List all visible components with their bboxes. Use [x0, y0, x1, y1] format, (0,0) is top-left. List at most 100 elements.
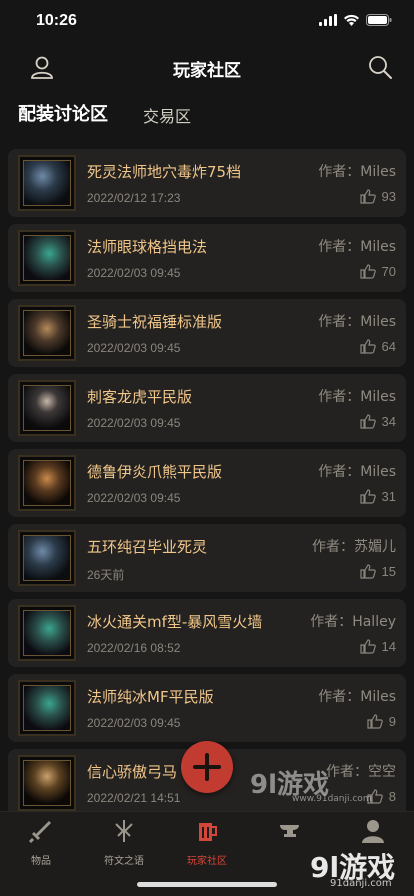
likes-count: 64 — [381, 339, 396, 354]
post-card[interactable]: 法师纯冰MF平民版 作者：Miles 2022/02/03 09:45 9 — [8, 674, 406, 742]
mug-icon — [199, 823, 217, 841]
post-thumbnail — [18, 380, 76, 436]
rune-icon — [115, 820, 133, 842]
post-card[interactable]: 五环纯召毕业死灵 作者：苏媚儿 26天前 15 — [8, 524, 406, 592]
post-title: 法师眼球格挡电法 — [87, 238, 208, 256]
tab-label: 交易区 — [143, 107, 192, 126]
post-card[interactable]: 死灵法师地穴毒炸75档 作者：Miles 2022/02/12 17:23 93 — [8, 149, 406, 217]
thumbs-up-icon — [359, 489, 376, 504]
post-date: 2022/02/03 09:45 — [87, 266, 181, 280]
post-card[interactable]: 刺客龙虎平民版 作者：Miles 2022/02/03 09:45 34 — [8, 374, 406, 442]
post-thumbnail — [18, 755, 76, 811]
post-thumbnail — [18, 155, 76, 211]
thumbs-up-icon — [359, 264, 376, 279]
tab-label: 配装讨论区 — [18, 104, 108, 125]
post-author: 作者：Miles — [318, 689, 396, 705]
post-likes[interactable]: 15 — [359, 564, 396, 579]
status-time: 10:26 — [36, 12, 77, 29]
post-author: 作者：空空 — [326, 764, 396, 780]
signal-icon — [319, 14, 337, 26]
post-title: 死灵法师地穴毒炸75档 — [87, 163, 242, 181]
post-title: 刺客龙虎平民版 — [87, 388, 193, 406]
post-likes[interactable]: 31 — [359, 489, 396, 504]
post-card[interactable]: 德鲁伊炎爪熊平民版 作者：Miles 2022/02/03 09:45 31 — [8, 449, 406, 517]
likes-count: 93 — [381, 189, 396, 204]
post-likes[interactable]: 93 — [359, 189, 396, 204]
post-card[interactable]: 法师眼球格挡电法 作者：Miles 2022/02/03 09:45 70 — [8, 224, 406, 292]
post-list[interactable]: 死灵法师地穴毒炸75档 作者：Miles 2022/02/12 17:23 93… — [0, 147, 414, 811]
post-title: 五环纯召毕业死灵 — [87, 538, 208, 556]
post-author: 作者：Miles — [318, 389, 396, 405]
post-likes[interactable]: 14 — [359, 639, 396, 654]
post-date: 2022/02/03 09:45 — [87, 416, 181, 430]
tab-trading[interactable]: 交易区 — [143, 103, 191, 127]
post-likes[interactable]: 34 — [359, 414, 396, 429]
post-date: 2022/02/21 14:51 — [87, 791, 181, 805]
post-thumbnail — [18, 605, 76, 661]
post-likes[interactable]: 9 — [367, 714, 396, 729]
likes-count: 31 — [381, 489, 396, 504]
likes-count: 70 — [381, 264, 396, 279]
thumbs-up-icon — [359, 339, 376, 354]
post-likes[interactable]: 64 — [359, 339, 396, 354]
post-author: 作者：苏媚儿 — [312, 539, 396, 555]
post-author: 作者：Miles — [318, 314, 396, 330]
battery-icon — [366, 14, 392, 26]
tabbar-label: 物品 — [31, 856, 51, 867]
post-likes[interactable]: 70 — [359, 264, 396, 279]
thumbs-up-icon — [359, 639, 376, 654]
watermark-url: www.91danji.com — [292, 794, 372, 804]
home-indicator — [137, 882, 277, 887]
likes-count: 9 — [388, 714, 396, 729]
search-icon[interactable] — [367, 54, 393, 80]
post-author: 作者：Miles — [318, 239, 396, 255]
nav-bar: 玩家社区 — [0, 44, 414, 88]
wifi-icon — [344, 14, 359, 26]
sword-icon — [29, 821, 51, 843]
tab-build-discussion[interactable]: 配装讨论区 — [16, 100, 110, 126]
likes-count: 8 — [388, 789, 396, 804]
thumbs-up-icon — [359, 414, 376, 429]
post-author: 作者：Halley — [310, 614, 396, 630]
post-thumbnail — [18, 530, 76, 586]
tabbar-item-community[interactable]: 玩家社区 — [166, 818, 248, 867]
post-date: 26天前 — [87, 568, 125, 582]
watermark-url: 91danji.com — [330, 878, 392, 889]
post-date: 2022/02/16 08:52 — [87, 641, 181, 655]
tabbar-item-items[interactable]: 物品 — [0, 818, 82, 867]
post-thumbnail — [18, 305, 76, 361]
tabbar-item-runewords[interactable]: 符文之语 — [83, 818, 165, 867]
segment-tabs: 配装讨论区 交易区 — [0, 96, 414, 132]
post-date: 2022/02/03 09:45 — [87, 716, 181, 730]
thumbs-up-icon — [359, 189, 376, 204]
thumbs-up-icon — [367, 714, 383, 729]
anvil-icon — [280, 825, 299, 837]
post-title: 冰火通关mf型-暴风雪火墙 — [87, 613, 263, 631]
post-thumbnail — [18, 230, 76, 286]
status-bar: 10:26 — [0, 0, 414, 44]
profile-icon — [362, 820, 384, 843]
post-card[interactable]: 圣骑士祝福锤标准版 作者：Miles 2022/02/03 09:45 64 — [8, 299, 406, 367]
post-author: 作者：Miles — [318, 164, 396, 180]
likes-count: 15 — [381, 564, 396, 579]
post-title: 德鲁伊炎爪熊平民版 — [87, 463, 223, 481]
post-date: 2022/02/03 09:45 — [87, 341, 181, 355]
post-author: 作者：Miles — [318, 464, 396, 480]
post-title: 法师纯冰MF平民版 — [87, 688, 214, 706]
post-title: 圣骑士祝福锤标准版 — [87, 313, 223, 331]
likes-count: 14 — [381, 639, 396, 654]
plus-icon — [193, 753, 221, 781]
page-title: 玩家社区 — [173, 61, 241, 81]
tabbar-label: 符文之语 — [104, 856, 144, 867]
post-date: 2022/02/12 17:23 — [87, 191, 181, 205]
thumbs-up-icon — [359, 564, 376, 579]
add-post-button[interactable] — [181, 741, 233, 793]
post-thumbnail — [18, 455, 76, 511]
status-icons — [319, 14, 392, 26]
post-thumbnail — [18, 680, 76, 736]
likes-count: 34 — [381, 414, 396, 429]
post-date: 2022/02/03 09:45 — [87, 491, 181, 505]
post-title: 信心骄傲弓马 — [87, 763, 178, 781]
tabbar-label: 玩家社区 — [187, 856, 227, 867]
post-card[interactable]: 冰火通关mf型-暴风雪火墙 作者：Halley 2022/02/16 08:52… — [8, 599, 406, 667]
